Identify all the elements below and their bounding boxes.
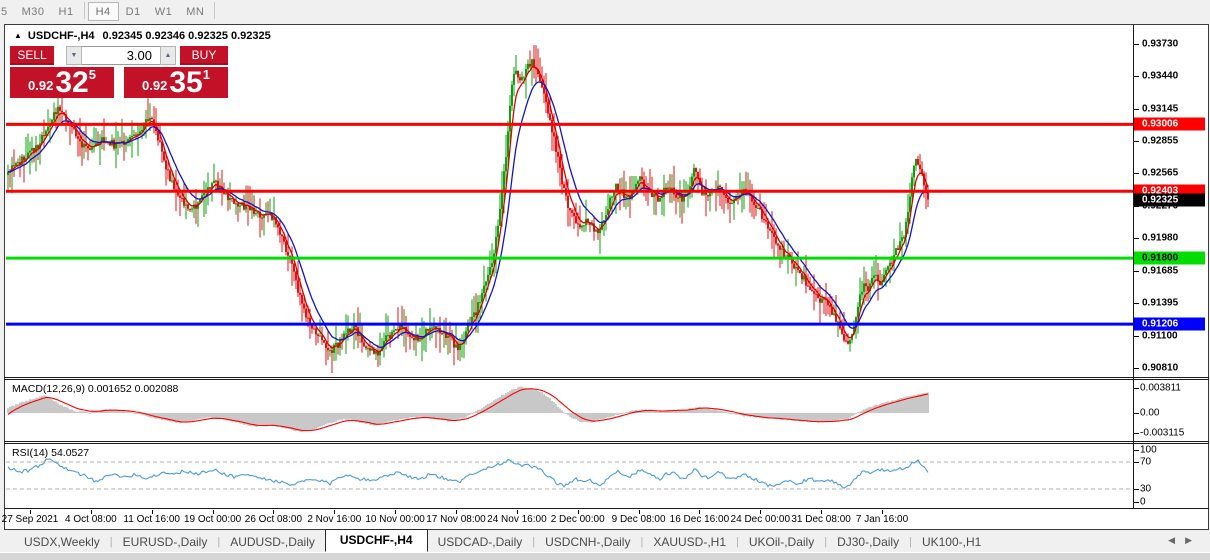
price-tick-label: 0.90810 (1142, 362, 1179, 374)
price-tick (1134, 270, 1139, 272)
rsi-axis-label: 30 (1140, 483, 1152, 495)
buy-price-display[interactable]: 0.92 35 1 (124, 67, 228, 98)
time-label: 16 Dec 16:00 (669, 514, 730, 525)
price-tick (1134, 238, 1139, 240)
price-tick-label: 0.92565 (1142, 167, 1179, 179)
volume-increase-button[interactable]: ▲ (160, 46, 176, 65)
time-label: 10 Nov 00:00 (365, 514, 425, 525)
current-price-badge: 0.92325 (1134, 193, 1205, 207)
rsi-axis-tick (1134, 450, 1139, 451)
rsi-axis-label: 0 (1140, 496, 1146, 508)
rsi-axis-tick (1134, 489, 1139, 490)
rsi-label: RSI(14) 54.0527 (12, 447, 89, 459)
price-tick-label: 0.93440 (1142, 70, 1179, 82)
time-label: 26 Oct 08:00 (244, 514, 303, 525)
price-tick-label: 0.91685 (1142, 265, 1179, 277)
rsi-axis-tick (1134, 502, 1139, 503)
macd-axis-tick (1134, 433, 1139, 435)
time-axis-separator (4, 508, 1209, 509)
price-tick-label: 0.91100 (1142, 330, 1178, 342)
spinner-up-icon: ▲ (164, 52, 172, 59)
volume-input[interactable] (82, 46, 160, 65)
chart-symbol-period: USDCHF-,H4 (27, 30, 95, 42)
collapse-icon[interactable]: ▲ (14, 31, 22, 40)
price-tick (1134, 44, 1139, 45)
time-axis: 27 Sep 2021 4 Oct 08:00 11 Oct 16:00 19 Oct… (1, 510, 1205, 529)
time-label: 2 Nov 16:00 (307, 514, 362, 525)
price-tick (1134, 76, 1139, 78)
price-tick (1134, 173, 1139, 175)
time-label: 31 Dec 08:00 (791, 514, 851, 525)
rsi-axis-tick (1134, 462, 1139, 463)
rsi-panel-separator[interactable] (4, 441, 1209, 442)
price-level-badge: 0.93006 (1134, 117, 1205, 131)
buy-price-main: 35 (169, 66, 203, 99)
time-label: 19 Oct 00:00 (183, 514, 242, 525)
price-tick-label: 0.91980 (1142, 232, 1179, 244)
price-tick (1134, 108, 1139, 110)
macd-axis-label: -0.003115 (1140, 427, 1185, 439)
price-tick (1134, 368, 1139, 369)
mt4-window: { "toolbar": { "timeframes": ["5","M30",… (0, 0, 1210, 560)
price-tick (1134, 141, 1139, 143)
time-label: 2 Dec 00:00 (550, 514, 605, 525)
price-tick (1134, 303, 1139, 305)
time-label: 24 Dec 00:00 (730, 514, 791, 525)
rsi-axis-label: 70 (1140, 456, 1152, 468)
macd-name: MACD(12,26,9) (12, 383, 85, 395)
rsi-value: 54.0527 (51, 447, 90, 459)
chart-title: ▲ USDCHF-,H4 0.92345 0.92346 0.92325 0.923… (14, 30, 271, 42)
chart-ohlc-values: 0.92345 0.92346 0.92325 0.92325 (102, 30, 271, 42)
buy-button[interactable]: BUY (180, 46, 228, 65)
price-tick-label: 0.92855 (1142, 135, 1179, 147)
price-tick-label: 0.93145 (1142, 103, 1179, 115)
price-axis-separator (1133, 25, 1134, 509)
rsi-panel-separator-2 (4, 443, 1209, 444)
macd-label: MACD(12,26,9) 0.001652 0.002088 (12, 383, 178, 395)
price-tick-label: 0.93730 (1142, 38, 1179, 50)
spinner-down-icon: ▼ (70, 52, 78, 59)
rsi-name: RSI(14) (12, 447, 49, 459)
sell-price-prefix: 0.92 (28, 78, 54, 93)
price-level-badge: 0.91206 (1134, 317, 1205, 331)
sell-button[interactable]: SELL (10, 46, 54, 65)
price-level-badge: 0.91800 (1134, 251, 1205, 265)
time-label: 27 Sep 2021 (1, 514, 59, 525)
macd-values: 0.001652 0.002088 (87, 383, 179, 395)
time-label: 24 Nov 16:00 (487, 514, 547, 525)
macd-panel-separator[interactable] (4, 377, 1209, 378)
price-tick (1134, 335, 1139, 337)
price-tick-label: 0.91395 (1142, 297, 1179, 309)
time-label: 17 Nov 08:00 (426, 514, 486, 525)
time-label: 9 Dec 08:00 (611, 514, 666, 525)
volume-decrease-button[interactable]: ▼ (66, 46, 82, 65)
time-label: 11 Oct 16:00 (123, 514, 180, 525)
sell-price-pip: 5 (88, 67, 96, 82)
buy-price-prefix: 0.92 (142, 78, 168, 93)
macd-axis-tick (1134, 388, 1139, 389)
macd-axis-tick (1134, 413, 1139, 414)
time-label: 7 Jan 16:00 (855, 514, 909, 525)
macd-axis-label: 0.00 (1140, 407, 1160, 419)
sell-price-display[interactable]: 0.92 32 5 (10, 67, 114, 98)
rsi-axis-label: 100 (1140, 444, 1157, 456)
sell-price-main: 32 (55, 66, 89, 99)
macd-axis-label: 0.003811 (1140, 382, 1181, 394)
buy-price-pip: 1 (202, 67, 210, 82)
macd-panel-separator-2 (4, 379, 1209, 380)
time-label: 4 Oct 08:00 (65, 514, 117, 525)
